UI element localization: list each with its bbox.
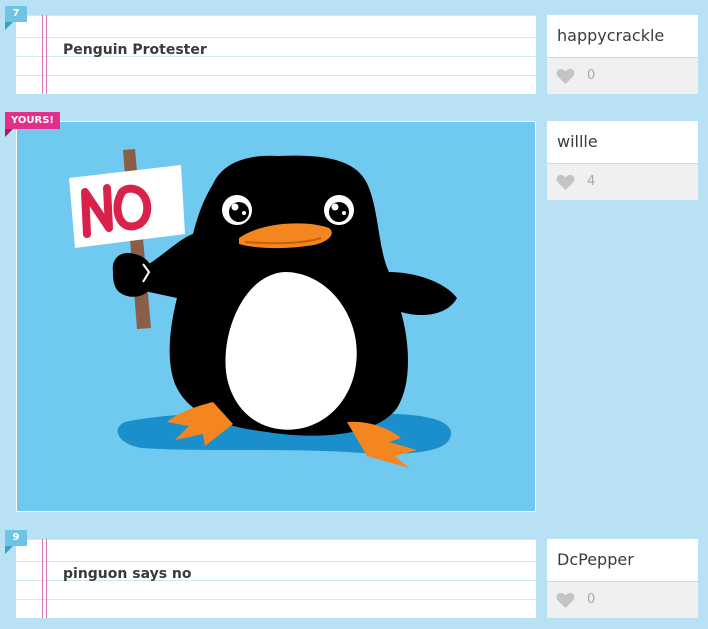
caption-text: Penguin Protester: [63, 42, 207, 58]
caption-card[interactable]: Penguin Protester: [16, 15, 536, 94]
like-button[interactable]: 0: [547, 58, 698, 94]
yours-badge: YOURS!: [5, 112, 60, 137]
paper-margin-line: [46, 15, 47, 94]
author-panel: willle 4: [547, 121, 698, 200]
like-count: 0: [587, 592, 596, 607]
username-link[interactable]: DcPepper: [547, 539, 698, 582]
caption-text: pinguon says no: [63, 566, 192, 582]
paper-margin-line: [46, 539, 47, 618]
heart-icon: [556, 592, 575, 609]
paper-margin-line: [42, 539, 43, 618]
author-panel: DcPepper 0: [547, 539, 698, 618]
drawing-image[interactable]: [16, 121, 536, 512]
paper-margin-line: [42, 15, 43, 94]
like-count: 0: [587, 68, 596, 83]
username-link[interactable]: willle: [547, 121, 698, 164]
author-panel: happycrackle 0: [547, 15, 698, 94]
heart-icon: [556, 68, 575, 85]
round-number-badge: 9: [5, 530, 27, 554]
round-number-badge: 7: [5, 6, 27, 30]
username-link[interactable]: happycrackle: [547, 15, 698, 58]
like-button[interactable]: 4: [547, 164, 698, 200]
penguin-protester-drawing: [17, 122, 535, 511]
like-button[interactable]: 0: [547, 582, 698, 618]
entry-7: Penguin Protester 7: [5, 6, 536, 94]
caption-card[interactable]: pinguon says no: [16, 539, 536, 618]
heart-icon: [556, 174, 575, 191]
like-count: 4: [587, 174, 596, 189]
entry-drawing: YOURS!: [5, 112, 536, 512]
entry-9: pinguon says no 9: [5, 530, 536, 618]
